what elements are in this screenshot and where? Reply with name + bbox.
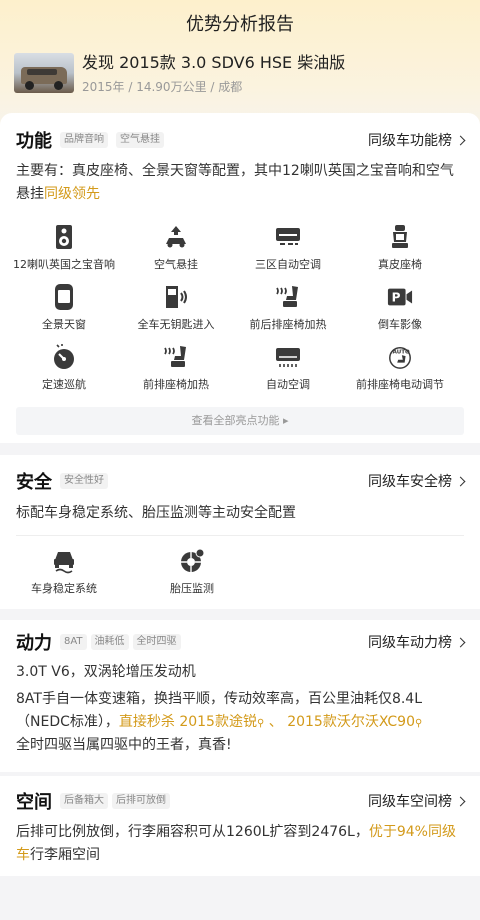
feature-grid: 12喇叭英国之宝音响 空气悬挂 三区自动空调 真皮座椅 全景天窗 全车无钥匙进入… — [0, 223, 480, 403]
feature-item[interactable]: 自动空调 — [232, 343, 344, 403]
car-thumbnail[interactable] — [14, 53, 74, 93]
feature-item[interactable]: P 倒车影像 — [344, 283, 456, 343]
car-name: 发现 2015款 3.0 SDV6 HSE 柴油版 — [82, 53, 346, 72]
feature-item[interactable]: 真皮座椅 — [344, 223, 456, 283]
function-rank-link[interactable]: 同级车功能榜 — [368, 130, 464, 150]
speaker-icon — [51, 223, 77, 251]
function-tag: 品牌音响 — [60, 132, 108, 148]
power-header: 动力 8AT 油耗低 全时四驱 同级车动力榜 — [16, 629, 464, 655]
space-tag: 后备箱大 — [60, 793, 108, 809]
power-transmission-text: 8AT手自一体变速箱，换挡平顺，传动效率高，百公里油耗仅8.4L（NEDC标准）… — [16, 691, 423, 730]
feature-item[interactable]: 12喇叭英国之宝音响 — [8, 223, 120, 283]
feature-item[interactable]: 前后排座椅加热 — [232, 283, 344, 343]
svg-text:AUTO: AUTO — [393, 349, 410, 355]
space-tag: 后排可放倒 — [112, 793, 170, 809]
safety-description: 标配车身稳定系统、胎压监测等主动安全配置 — [16, 505, 296, 521]
keyless-entry-icon — [163, 283, 189, 311]
function-description: 主要有：真皮座椅、全景天窗等配置，其中12喇叭英国之宝音响和空气悬挂同级领先 — [16, 163, 454, 202]
competitor-link[interactable]: 2015款沃尔沃XC90 — [287, 714, 415, 730]
space-header: 空间 后备箱大 后排可放倒 同级车空间榜 — [16, 788, 464, 814]
feature-item[interactable]: 定速巡航 — [8, 343, 120, 403]
power-title: 动力 — [16, 633, 52, 654]
reverse-camera-icon: P — [387, 283, 413, 311]
svg-text:P: P — [392, 291, 401, 305]
safety-card: 安全 安全性好 同级车安全榜 标配车身稳定系统、胎压监测等主动安全配置 车身稳定… — [0, 455, 480, 609]
function-highlight: 同级领先 — [44, 186, 100, 202]
power-tag: 全时四驱 — [132, 634, 181, 650]
function-header: 功能 品牌音响 空气悬挂 同级车功能榜 — [16, 127, 464, 153]
sunroof-icon — [51, 283, 77, 311]
stability-control-icon — [51, 547, 77, 575]
car-summary[interactable]: 发现 2015款 3.0 SDV6 HSE 柴油版 2015年 / 14.90万… — [14, 53, 345, 95]
divider — [16, 535, 464, 536]
power-seat-icon: AUTO — [387, 343, 413, 371]
power-rank-link[interactable]: 同级车动力榜 — [368, 632, 464, 652]
auto-ac-icon — [275, 343, 301, 371]
power-card: 动力 8AT 油耗低 全时四驱 同级车动力榜 3.0T V6，双涡轮增压发动机 … — [0, 620, 480, 772]
feature-item[interactable]: 车身稳定系统 — [0, 547, 128, 607]
leather-seat-icon — [387, 223, 413, 251]
safety-features: 车身稳定系统 胎压监测 — [0, 547, 256, 607]
view-all-features-button[interactable]: 查看全部亮点功能 ▸ — [16, 407, 464, 435]
feature-item[interactable]: 全景天窗 — [8, 283, 120, 343]
function-tag: 空气悬挂 — [116, 132, 164, 148]
space-description: 后排可比例放倒，行李厢容积可从1260L扩容到2476L，优于94%同级车行李厢… — [16, 824, 456, 863]
space-card: 空间 后备箱大 后排可放倒 同级车空间榜 后排可比例放倒，行李厢容积可从1260… — [0, 776, 480, 876]
safety-title: 安全 — [16, 472, 52, 493]
tire-pressure-icon — [179, 547, 205, 575]
air-suspension-icon — [163, 223, 189, 251]
feature-item[interactable]: 胎压监测 — [128, 547, 256, 607]
power-engine-text: 3.0T V6，双涡轮增压发动机 — [16, 664, 196, 680]
feature-item[interactable]: 空气悬挂 — [120, 223, 232, 283]
safety-tag: 安全性好 — [60, 473, 108, 489]
feature-item[interactable]: 全车无钥匙进入 — [120, 283, 232, 343]
safety-header: 安全 安全性好 同级车安全榜 — [16, 468, 464, 494]
feature-item[interactable]: 前排座椅加热 — [120, 343, 232, 403]
feature-item[interactable]: 三区自动空调 — [232, 223, 344, 283]
seat-heating-icon — [275, 283, 301, 311]
competitor-link[interactable]: 2015款途锐 — [179, 714, 257, 730]
safety-rank-link[interactable]: 同级车安全榜 — [368, 471, 464, 491]
cruise-control-icon — [51, 343, 77, 371]
car-meta: 2015年 / 14.90万公里 / 成都 — [82, 80, 243, 94]
space-title: 空间 — [16, 792, 52, 813]
function-card: 功能 品牌音响 空气悬挂 同级车功能榜 主要有：真皮座椅、全景天窗等配置，其中1… — [0, 113, 480, 443]
front-seat-heating-icon — [163, 343, 189, 371]
page-title: 优势分析报告 — [186, 14, 294, 35]
power-tag: 油耗低 — [90, 634, 129, 650]
function-title: 功能 — [16, 131, 52, 152]
power-awd-text: 全时四驱当属四驱中的王者，真香! — [16, 737, 232, 753]
space-rank-link[interactable]: 同级车空间榜 — [368, 791, 464, 811]
power-tag: 8AT — [60, 634, 87, 650]
feature-item[interactable]: AUTO 前排座椅电动调节 — [344, 343, 456, 403]
climate-control-icon — [275, 223, 301, 251]
